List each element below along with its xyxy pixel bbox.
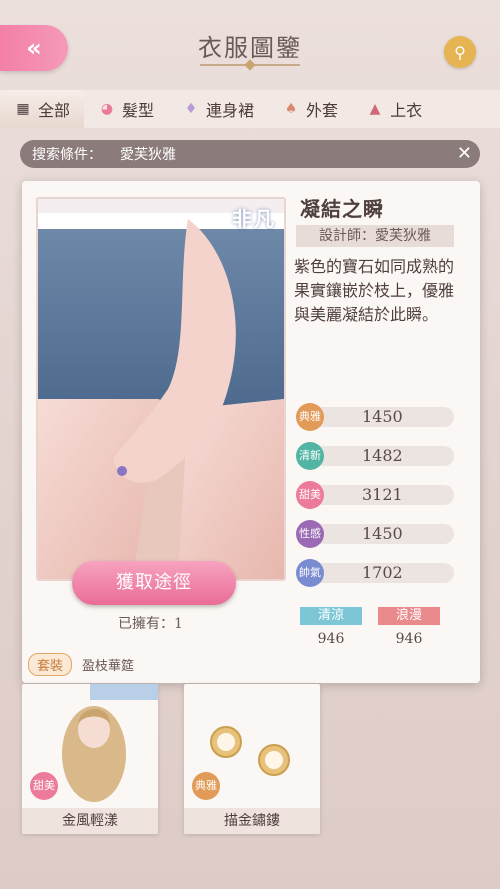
tab-label: 外套 [306,101,339,120]
stat-badge: 性感 [296,520,324,548]
item-description: 紫色的寶石如同成熟的果實鑲嵌於枝上，優雅與美麗凝結於此瞬。 [294,257,455,324]
stat-badge: 典雅 [296,403,324,431]
tab-dress[interactable]: ♦ 連身裙 [168,90,268,128]
grid-icon: ▦ [16,101,30,117]
style-tags: 清涼 946 浪漫 946 [300,607,440,647]
item-card[interactable]: 典雅 描金鏽鏤 [184,684,320,834]
search-button[interactable]: ⚲ [444,36,476,68]
stat-badge: 清新 [296,442,324,470]
stat-value: 1450 [362,407,403,426]
item-detail-panel: 非凡 獲取途徑 已擁有：1 套裝 盈枝華筵 凝結之瞬 設計師：愛芙狄雅 紫色的寶… [22,181,480,683]
card-ribbon [90,684,158,700]
search-icon: ⚲ [454,42,466,62]
card-badge: 典雅 [192,772,220,800]
item-name: 凝結之瞬 [300,197,384,221]
stat-value: 1450 [362,524,403,543]
tag-cool: 清涼 946 [300,607,362,647]
tag-label: 清涼 [300,607,362,625]
stat-badge: 甜美 [296,481,324,509]
tab-all[interactable]: ▦ 全部 [0,90,85,128]
stat-value: 1702 [362,563,403,582]
card-name: 金風輕漾 [22,808,158,834]
top-icon: ▲ [369,101,381,117]
item-image: 非凡 [36,197,286,581]
stat-fresh: 清新 1482 [296,442,456,470]
attribute-stats: 典雅 1450 清新 1482 甜美 3121 性感 1450 帥氣 1702 [296,403,456,598]
tag-label: 浪漫 [378,607,440,625]
owned-count: 已擁有：1 [118,616,183,632]
tab-hair[interactable]: ◕ 髮型 [84,90,168,128]
tag-value: 946 [395,631,423,647]
title-decoration [200,64,300,66]
suit-tag: 套裝 [28,653,73,676]
stat-value: 1482 [362,446,403,465]
hair-icon: ◕ [100,101,114,117]
card-name: 描金鏽鏤 [184,808,320,834]
search-filter-bar: 搜索條件： 愛芙狄雅 ✕ [20,140,480,168]
designer-label: 設計師：愛芙狄雅 [296,225,454,247]
filter-value: 愛芙狄雅 [120,147,176,163]
rarity-label: 非凡 [232,207,276,231]
category-tabs: ▦ 全部 ◕ 髮型 ♦ 連身裙 ♠ 外套 ▲ 上衣 [0,90,500,128]
tag-romantic: 浪漫 946 [378,607,440,647]
suit-name[interactable]: 盈枝華筵 [82,655,134,674]
stat-elegant: 典雅 1450 [296,403,456,431]
stat-badge: 帥氣 [296,559,324,587]
filter-label: 搜索條件： [32,147,102,163]
tab-top[interactable]: ▲ 上衣 [352,90,436,128]
item-card[interactable]: 甜美 金風輕漾 [22,684,158,834]
stat-value: 3121 [362,485,403,504]
stat-sweet: 甜美 3121 [296,481,456,509]
close-icon[interactable]: ✕ [457,143,472,164]
stat-sexy: 性感 1450 [296,520,456,548]
stat-cool: 帥氣 1702 [296,559,456,587]
top-bar: « 衣服圖鑒 ⚲ [0,0,500,88]
tab-coat[interactable]: ♠ 外套 [268,90,352,128]
suit-info: 套裝 盈枝華筵 [28,653,134,676]
tag-value: 946 [317,631,345,647]
card-badge: 甜美 [30,772,58,800]
tab-label: 上衣 [390,101,423,120]
coat-icon: ♠ [284,101,298,117]
dress-icon: ♦ [184,101,198,117]
page-title: 衣服圖鑒 [198,34,302,62]
tab-label: 全部 [38,101,71,120]
tab-label: 髮型 [122,101,155,120]
tab-label: 連身裙 [206,101,255,120]
obtain-route-button[interactable]: 獲取途徑 [72,561,236,605]
